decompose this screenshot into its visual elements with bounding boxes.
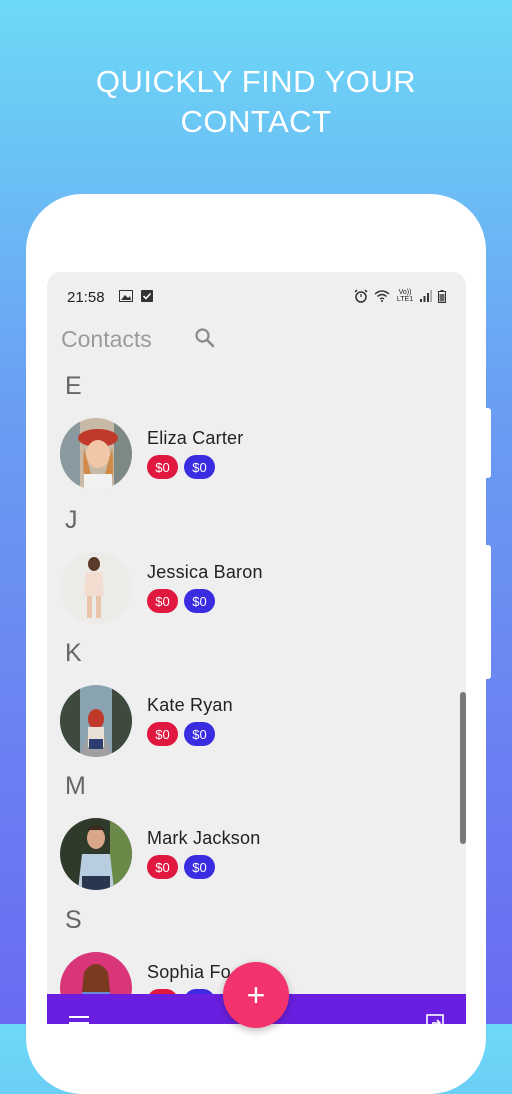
search-icon <box>195 328 215 348</box>
checkbox-icon <box>141 290 153 302</box>
avatar <box>60 418 132 490</box>
page-title: Contacts <box>61 326 152 352</box>
status-bar: 21:58 Vo)) LTE1 <box>47 272 466 318</box>
contact-row-jessica[interactable]: Jessica Baron $0 $0 <box>47 552 466 628</box>
wifi-icon <box>374 290 390 302</box>
red-balance-badge: $0 <box>147 589 178 613</box>
blue-balance-badge: $0 <box>184 589 215 613</box>
headline-line-2: CONTACT <box>180 104 332 139</box>
contact-name: Kate Ryan <box>147 695 233 715</box>
search-button[interactable] <box>193 326 219 352</box>
contact-badges: $0 $0 <box>147 589 215 613</box>
section-header-e: E <box>65 372 82 400</box>
contact-name: Sophia Fo <box>147 962 231 982</box>
contact-name: Mark Jackson <box>147 828 261 848</box>
section-header-m: M <box>65 772 86 800</box>
alarm-icon <box>354 289 368 303</box>
promo-headline: QUICKLY FIND YOUR CONTACT <box>0 62 512 142</box>
contact-row-eliza[interactable]: Eliza Carter $0 $0 <box>47 418 466 494</box>
scrollbar[interactable] <box>460 692 466 844</box>
avatar <box>60 552 132 624</box>
blue-balance-badge: $0 <box>184 455 215 479</box>
phone-side-button <box>486 545 491 679</box>
phone-screen: 21:58 Vo)) LTE1 Contacts E Eliza Carter … <box>47 272 466 1024</box>
contact-row-kate[interactable]: Kate Ryan $0 $0 <box>47 685 466 761</box>
phone-side-button <box>486 408 491 478</box>
red-balance-badge: $0 <box>147 455 178 479</box>
volte-indicator: Vo)) LTE1 <box>396 289 414 303</box>
signal-icon <box>420 290 432 302</box>
section-header-s: S <box>65 906 82 934</box>
app-bar: Contacts <box>47 318 466 362</box>
headline-line-1: QUICKLY FIND YOUR <box>95 64 417 99</box>
contact-name: Jessica Baron <box>147 562 263 582</box>
blue-balance-badge: $0 <box>184 722 215 746</box>
contact-name: Eliza Carter <box>147 428 244 448</box>
add-contact-button[interactable]: + <box>223 962 289 1028</box>
red-balance-badge: $0 <box>147 722 178 746</box>
contact-badges: $0 $0 <box>147 722 215 746</box>
status-time: 21:58 <box>67 289 105 306</box>
blue-balance-badge: $0 <box>184 855 215 879</box>
contact-row-mark[interactable]: Mark Jackson $0 $0 <box>47 818 466 894</box>
logout-icon[interactable] <box>426 1014 446 1024</box>
menu-icon[interactable] <box>69 1016 89 1024</box>
avatar <box>60 818 132 890</box>
battery-icon <box>438 289 446 303</box>
contact-badges: $0 $0 <box>147 455 215 479</box>
status-icons: Vo)) LTE1 <box>354 289 446 303</box>
contact-badges: $0 $0 <box>147 855 215 879</box>
avatar <box>60 685 132 757</box>
red-balance-badge: $0 <box>147 855 178 879</box>
section-header-k: K <box>65 639 82 667</box>
image-icon <box>119 290 133 302</box>
section-header-j: J <box>65 506 78 534</box>
